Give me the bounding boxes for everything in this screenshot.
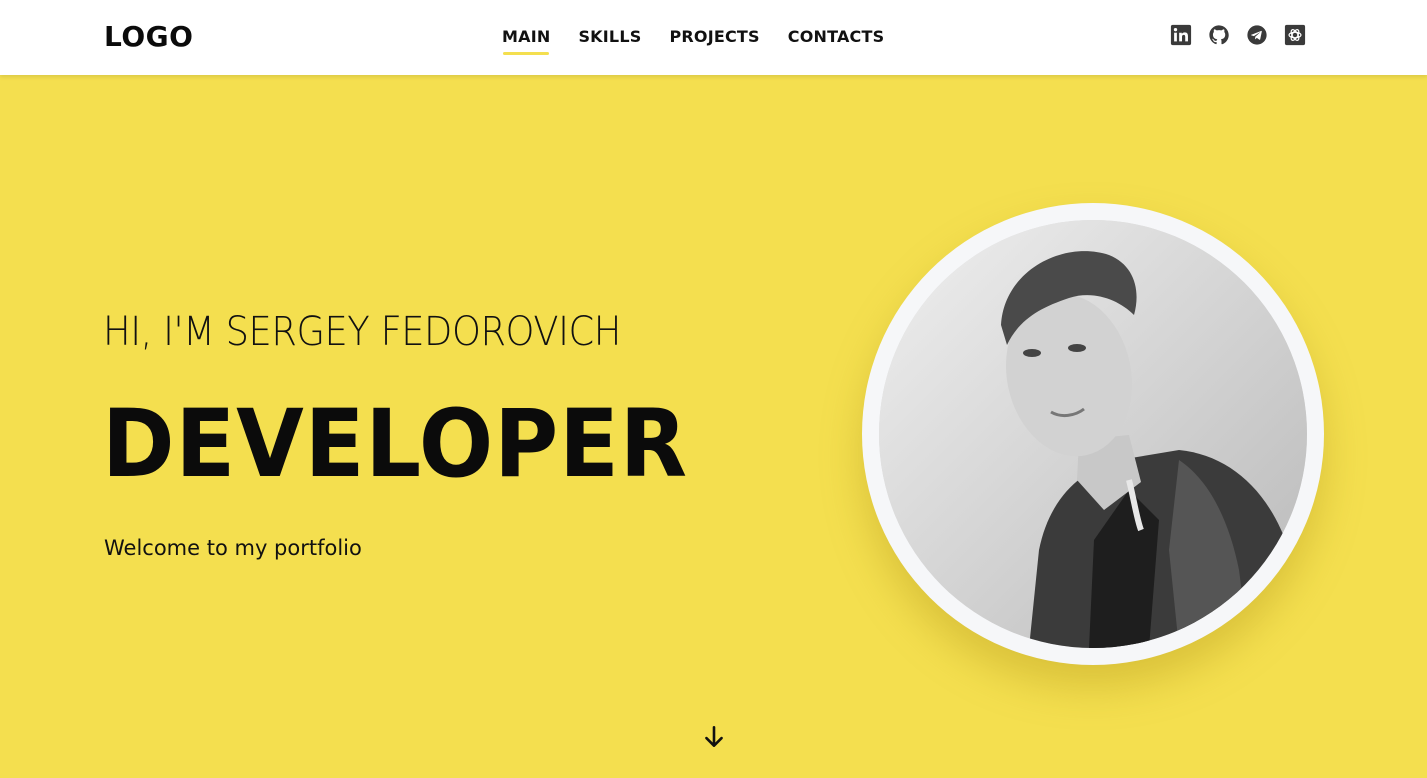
hero-title: DEVELOPER bbox=[102, 390, 689, 499]
profile-photo bbox=[879, 220, 1307, 648]
main-nav: MAIN SKILLS PROJECTS CONTACTS bbox=[502, 24, 885, 55]
linkedin-icon[interactable] bbox=[1170, 24, 1192, 46]
codewars-icon[interactable] bbox=[1284, 24, 1306, 46]
profile-photo-frame bbox=[862, 203, 1324, 665]
nav-item-contacts[interactable]: CONTACTS bbox=[788, 24, 885, 50]
github-icon[interactable] bbox=[1208, 24, 1230, 46]
telegram-icon[interactable] bbox=[1246, 24, 1268, 46]
social-links bbox=[1170, 24, 1306, 46]
header: LOGO MAIN SKILLS PROJECTS CONTACTS bbox=[0, 0, 1427, 75]
hero-subtitle: Welcome to my portfolio bbox=[104, 536, 362, 560]
nav-item-skills[interactable]: SKILLS bbox=[578, 24, 641, 50]
nav-item-main[interactable]: MAIN bbox=[502, 24, 550, 55]
logo[interactable]: LOGO bbox=[104, 19, 193, 55]
hero-greeting: HI, I'M SERGEY FEDOROVICH bbox=[103, 309, 621, 355]
nav-item-projects[interactable]: PROJECTS bbox=[669, 24, 759, 50]
arrow-down-icon[interactable] bbox=[701, 724, 727, 750]
